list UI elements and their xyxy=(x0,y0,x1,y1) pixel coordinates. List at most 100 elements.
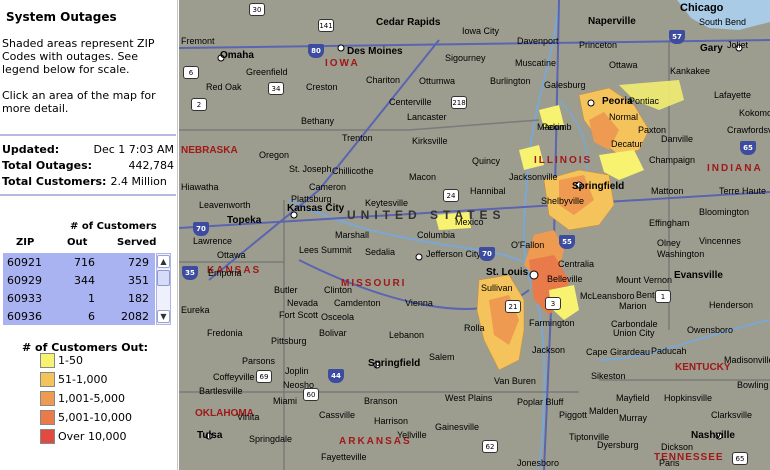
city-label-jonesboro[interactable]: Jonesboro xyxy=(517,458,559,468)
city-label-nevada[interactable]: Nevada xyxy=(287,298,318,308)
city-label-princeton[interactable]: Princeton xyxy=(579,40,617,50)
city-label-lawrence[interactable]: Lawrence xyxy=(193,236,232,246)
city-label-evansville[interactable]: Evansville xyxy=(674,270,723,281)
city-label-clarksville[interactable]: Clarksville xyxy=(711,410,752,420)
city-label-paris[interactable]: Paris xyxy=(659,458,680,468)
city-label-harrison[interactable]: Harrison xyxy=(374,416,408,426)
city-label-marshall[interactable]: Marshall xyxy=(335,230,369,240)
city-label-clinton[interactable]: Clinton xyxy=(324,285,352,295)
city-label-paxton[interactable]: Paxton xyxy=(638,125,666,135)
city-label-gary[interactable]: Gary xyxy=(700,43,723,54)
city-label-bowling-green[interactable]: Bowling xyxy=(737,380,769,390)
city-label-fayetteville[interactable]: Fayetteville xyxy=(321,452,367,462)
city-label-gainesville[interactable]: Gainesville xyxy=(435,422,479,432)
city-label-parsons[interactable]: Parsons xyxy=(242,356,275,366)
city-label-mayfield[interactable]: Mayfield xyxy=(616,393,650,403)
city-label-leavenworth[interactable]: Leavenworth xyxy=(199,200,251,210)
city-label-davenport[interactable]: Davenport xyxy=(517,36,559,46)
scroll-down-icon[interactable]: ▼ xyxy=(157,310,170,323)
city-label-galesburg[interactable]: Galesburg xyxy=(544,80,586,90)
city-label-van-buren[interactable]: Van Buren xyxy=(494,376,536,386)
city-label-camdenton[interactable]: Camdenton xyxy=(334,298,381,308)
city-label-branson[interactable]: Branson xyxy=(364,396,398,406)
city-label-osceola[interactable]: Osceola xyxy=(321,312,354,322)
city-label-lancaster[interactable]: Lancaster xyxy=(407,112,447,122)
city-label-omaha[interactable]: Omaha xyxy=(220,50,254,61)
scroll-up-icon[interactable]: ▲ xyxy=(157,255,170,268)
city-label-hopkinsville[interactable]: Hopkinsville xyxy=(664,393,712,403)
city-label-hiawatha[interactable]: Hiawatha xyxy=(181,182,219,192)
city-label-iowa-city[interactable]: Iowa City xyxy=(462,26,499,36)
city-label-murray[interactable]: Murray xyxy=(619,413,647,423)
table-scrollbar[interactable]: ▲ ▼ xyxy=(156,253,171,325)
city-label-rolla[interactable]: Rolla xyxy=(464,323,485,333)
city-label-jefferson-city[interactable]: Jefferson City xyxy=(426,249,481,259)
city-label-creston[interactable]: Creston xyxy=(306,82,338,92)
city-label-chariton[interactable]: Chariton xyxy=(366,75,400,85)
city-label-tiptonville[interactable]: Tiptonville xyxy=(569,432,609,442)
city-label-tulsa[interactable]: Tulsa xyxy=(197,430,222,441)
city-label-vienna[interactable]: Vienna xyxy=(405,298,433,308)
table-row[interactable]: 60929 344 351 xyxy=(3,271,155,289)
city-label-st-louis[interactable]: St. Louis xyxy=(486,267,528,278)
city-label-lees-summit[interactable]: Lees Summit xyxy=(299,245,352,255)
city-label-muscatine[interactable]: Muscatine xyxy=(515,58,556,68)
city-label-bloomington[interactable]: Bloomington xyxy=(699,207,749,217)
city-label-macon[interactable]: Macon xyxy=(409,172,436,182)
city-label-cassville[interactable]: Cassville xyxy=(319,410,355,420)
city-label-ottawa-il[interactable]: Ottawa xyxy=(609,60,638,70)
city-label-jackson[interactable]: Jackson xyxy=(532,345,565,355)
city-label-centerville[interactable]: Centerville xyxy=(389,97,432,107)
city-label-piggott[interactable]: Piggott xyxy=(559,410,587,420)
city-label-joplin[interactable]: Joplin xyxy=(285,366,309,376)
city-label-greenfield[interactable]: Greenfield xyxy=(246,67,288,77)
city-label-champaign[interactable]: Champaign xyxy=(649,155,695,165)
city-label-union-city[interactable]: Union City xyxy=(613,328,655,338)
city-label-terre-haute[interactable]: Terre Haute xyxy=(719,186,766,196)
city-label-shelbyville[interactable]: Shelbyville xyxy=(541,196,584,206)
city-label-kankakee[interactable]: Kankakee xyxy=(670,66,710,76)
city-label-belleville[interactable]: Belleville xyxy=(547,274,583,284)
city-label-paducah[interactable]: Paducah xyxy=(651,346,687,356)
city-label-eureka[interactable]: Eureka xyxy=(181,305,210,315)
city-label-jacksonville[interactable]: Jacksonville xyxy=(509,172,558,182)
city-label-mcleansboro[interactable]: McLeansboro xyxy=(580,291,635,301)
city-label-pekin[interactable]: Pekin xyxy=(542,122,565,132)
city-label-south-bend[interactable]: South Bend xyxy=(699,17,746,27)
city-label-joliet[interactable]: Joliet xyxy=(727,40,748,50)
city-label-springdale[interactable]: Springdale xyxy=(249,434,292,444)
city-label-chicago[interactable]: Chicago xyxy=(680,2,723,14)
city-label-centralia[interactable]: Centralia xyxy=(558,259,594,269)
city-label-fort-scott[interactable]: Fort Scott xyxy=(279,310,318,320)
city-label-bartlesville[interactable]: Bartlesville xyxy=(199,386,243,396)
city-label-keytesville[interactable]: Keytesville xyxy=(365,198,408,208)
city-label-miami[interactable]: Miami xyxy=(273,396,297,406)
city-label-lafayette[interactable]: Lafayette xyxy=(714,90,751,100)
city-label-sullivan[interactable]: Sullivan xyxy=(481,283,513,293)
city-label-topeka[interactable]: Topeka xyxy=(227,215,261,226)
city-label-cape-girardeau[interactable]: Cape Girardeau xyxy=(586,347,650,357)
city-label-red-oak[interactable]: Red Oak xyxy=(206,82,242,92)
city-label-madisonville[interactable]: Madisonville xyxy=(724,355,770,365)
city-label-ottumwa[interactable]: Ottumwa xyxy=(419,76,455,86)
city-label-effingham[interactable]: Effingham xyxy=(649,218,689,228)
city-label-ottawa[interactable]: Ottawa xyxy=(217,250,246,260)
city-label-vinita[interactable]: Vinita xyxy=(237,412,259,422)
city-label-ofallon[interactable]: O'Fallon xyxy=(511,240,544,250)
city-label-quincy[interactable]: Quincy xyxy=(472,156,500,166)
city-label-poplar-bluff[interactable]: Poplar Bluff xyxy=(517,397,563,407)
outage-map[interactable]: UNITED STATES IOWA ILLINOIS INDIANA NEBR… xyxy=(179,0,770,470)
city-label-emporia[interactable]: Emporia xyxy=(208,268,242,278)
city-label-decatur[interactable]: Decatur xyxy=(611,139,643,149)
city-label-bethany[interactable]: Bethany xyxy=(301,116,334,126)
city-label-cameron[interactable]: Cameron xyxy=(309,182,346,192)
city-label-malden[interactable]: Malden xyxy=(589,406,619,416)
city-label-columbia[interactable]: Columbia xyxy=(417,230,455,240)
city-label-lebanon[interactable]: Lebanon xyxy=(389,330,424,340)
city-label-sikeston[interactable]: Sikeston xyxy=(591,371,626,381)
city-label-henderson[interactable]: Henderson xyxy=(709,300,753,310)
city-label-owensboro[interactable]: Owensboro xyxy=(687,325,733,335)
city-label-dickson[interactable]: Dickson xyxy=(661,442,693,452)
city-label-kansas-city[interactable]: Kansas City xyxy=(287,203,344,214)
city-label-springfield-mo[interactable]: Springfield xyxy=(368,358,420,369)
